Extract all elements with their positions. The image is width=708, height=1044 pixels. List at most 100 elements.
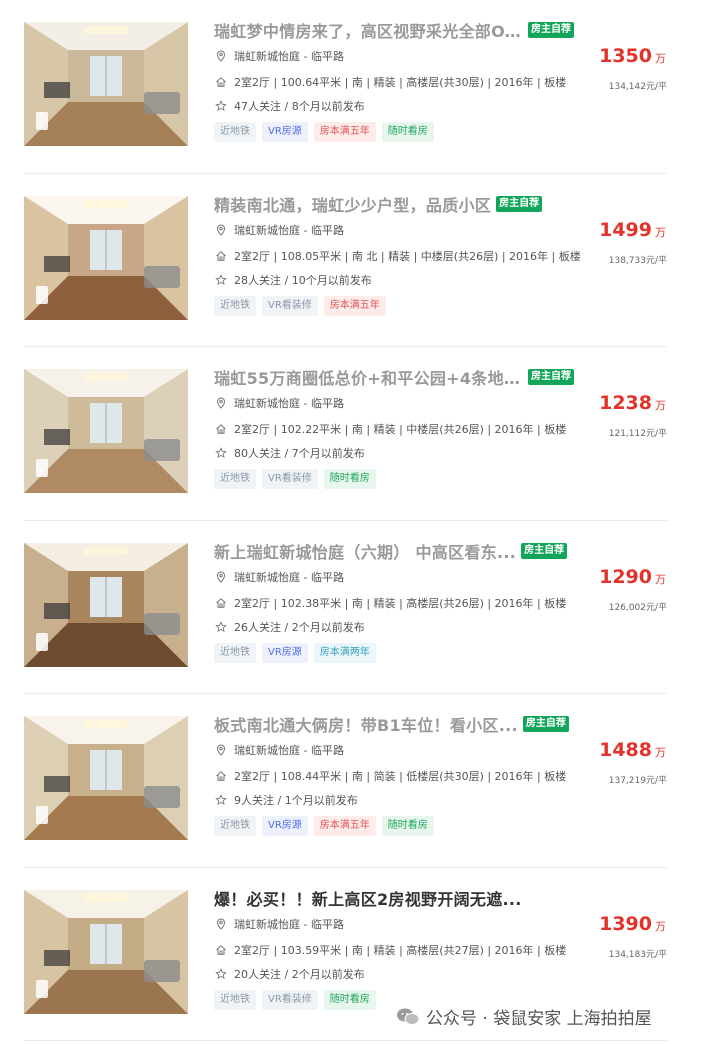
total-price-unit: 万	[655, 225, 666, 239]
tag-vr: VR房源	[262, 816, 308, 836]
listing-title[interactable]: 爆！必买！！新上高区2房视野开阔无遮...	[214, 886, 522, 910]
listing-photo[interactable]	[24, 889, 188, 1014]
owner-recommend-badge: 房主自荐	[528, 22, 574, 38]
tag-metro: 近地铁	[214, 816, 256, 836]
vr-icon	[36, 112, 48, 130]
listing-item[interactable]: 精装南北通，瑞虹少少户型，品质小区 房主自荐 瑞虹新城怡庭 - 临平路 2室2厅…	[0, 174, 708, 347]
location-row: 瑞虹新城怡庭 - 临平路	[214, 916, 344, 932]
total-price: 1390 万	[599, 913, 666, 935]
owner-recommend-badge: 房主自荐	[528, 369, 574, 385]
house-info-row: 2室2厅 | 103.59平米 | 南 | 精装 | 高楼层(共27层) | 2…	[214, 942, 566, 958]
location-text[interactable]: 瑞虹新城怡庭 - 临平路	[234, 569, 344, 585]
listing-title[interactable]: 瑞虹55万商圈低总价+和平公园+4条地...	[214, 365, 523, 389]
location-text[interactable]: 瑞虹新城怡庭 - 临平路	[234, 222, 344, 238]
follow-info-row: 9人关注 / 1个月以前发布	[214, 792, 358, 808]
follow-info-text: 20人关注 / 2个月以前发布	[234, 967, 365, 981]
tag-list: 近地铁 VR房源 房本满五年 随时看房	[214, 122, 440, 142]
total-price-value: 1290	[599, 565, 652, 588]
location-row: 瑞虹新城怡庭 - 临平路	[214, 222, 344, 238]
vr-icon	[36, 806, 48, 824]
star-icon	[214, 793, 228, 807]
listing-photo[interactable]	[24, 195, 188, 320]
house-info-text: 2室2厅 | 102.38平米 | 南 | 精装 | 高楼层(共26层) | 2…	[234, 596, 567, 610]
location-row: 瑞虹新城怡庭 - 临平路	[214, 742, 344, 758]
tag-list: 近地铁 VR看装修 随时看房	[214, 469, 382, 489]
star-icon	[214, 446, 228, 460]
divider	[24, 1040, 667, 1041]
listing-title[interactable]: 新上瑞虹新城怡庭（六期） 中高区看东...	[214, 539, 516, 563]
listing-title[interactable]: 板式南北通大俩房！带B1车位！看小区...	[214, 712, 518, 736]
follow-info-text: 9人关注 / 1个月以前发布	[234, 794, 358, 807]
listing-item[interactable]: 板式南北通大俩房！带B1车位！看小区... 房主自荐 瑞虹新城怡庭 - 临平路 …	[0, 694, 708, 868]
location-row: 瑞虹新城怡庭 - 临平路	[214, 395, 344, 411]
total-price: 1238 万	[599, 392, 666, 414]
star-icon	[214, 99, 228, 113]
listing-item[interactable]: 瑞虹55万商圈低总价+和平公园+4条地... 房主自荐 瑞虹新城怡庭 - 临平路…	[0, 347, 708, 521]
vr-icon	[36, 979, 48, 998]
star-icon	[214, 620, 228, 634]
vr-icon	[36, 459, 48, 477]
unit-price: 134,183元/平	[608, 949, 667, 960]
house-icon	[214, 249, 228, 263]
listing-item[interactable]: 瑞虹梦中情房来了，高区视野采光全部O... 房主自荐 瑞虹新城怡庭 - 临平路 …	[0, 0, 708, 174]
vr-icon	[36, 285, 48, 304]
location-pin-icon	[214, 223, 228, 237]
house-info-text: 2室2厅 | 100.64平米 | 南 | 精装 | 高楼层(共30层) | 2…	[234, 76, 567, 89]
tag-metro: 近地铁	[214, 989, 256, 1010]
location-text[interactable]: 瑞虹新城怡庭 - 临平路	[234, 742, 344, 758]
unit-price: 126,002元/平	[608, 602, 667, 613]
house-info-row: 2室2厅 | 100.64平米 | 南 | 精装 | 高楼层(共30层) | 2…	[214, 74, 566, 90]
tag-tax5: 房本满五年	[313, 816, 376, 836]
location-pin-icon	[214, 743, 228, 757]
total-price-value: 1350	[599, 45, 652, 67]
location-text[interactable]: 瑞虹新城怡庭 - 临平路	[234, 916, 344, 932]
listing-title-row: 爆！必买！！新上高区2房视野开阔无遮...	[214, 886, 574, 910]
unit-price: 138,733元/平	[608, 255, 667, 266]
tag-tax5: 房本满五年	[313, 122, 376, 142]
unit-price: 134,142元/平	[608, 82, 667, 92]
follow-info-text: 26人关注 / 2个月以前发布	[234, 620, 365, 634]
tag-vrseen: VR看装修	[262, 469, 318, 489]
follow-info-row: 26人关注 / 2个月以前发布	[214, 619, 365, 635]
follow-info-text: 80人关注 / 7个月以前发布	[234, 447, 365, 460]
listing-title-row: 板式南北通大俩房！带B1车位！看小区... 房主自荐	[214, 712, 574, 736]
listing-item[interactable]: 新上瑞虹新城怡庭（六期） 中高区看东... 房主自荐 瑞虹新城怡庭 - 临平路 …	[0, 521, 708, 694]
location-text[interactable]: 瑞虹新城怡庭 - 临平路	[234, 395, 344, 411]
location-pin-icon	[214, 49, 228, 63]
star-icon	[214, 967, 228, 981]
tag-list: 近地铁 VR房源 房本满五年 随时看房	[214, 816, 440, 836]
location-text[interactable]: 瑞虹新城怡庭 - 临平路	[234, 48, 344, 64]
tag-anytime: 随时看房	[323, 989, 376, 1010]
total-price-value: 1488	[599, 739, 652, 761]
house-icon	[214, 596, 228, 610]
total-price-value: 1238	[599, 392, 652, 414]
house-info-text: 2室2厅 | 108.44平米 | 南 | 简装 | 低楼层(共30层) | 2…	[234, 770, 567, 783]
house-info-row: 2室2厅 | 108.44平米 | 南 | 简装 | 低楼层(共30层) | 2…	[214, 768, 566, 784]
total-price: 1488 万	[599, 739, 666, 761]
listing-title[interactable]: 瑞虹梦中情房来了，高区视野采光全部O...	[214, 18, 523, 42]
tag-vr: VR房源	[262, 642, 308, 663]
total-price-unit: 万	[655, 399, 666, 412]
house-icon	[214, 75, 228, 89]
tag-anytime: 随时看房	[323, 469, 376, 489]
listing-photo[interactable]	[24, 22, 188, 146]
tag-anytime: 随时看房	[381, 816, 434, 836]
tag-tax5: 房本满五年	[323, 295, 386, 316]
location-row: 瑞虹新城怡庭 - 临平路	[214, 569, 344, 585]
listing-photo[interactable]	[24, 542, 188, 667]
location-row: 瑞虹新城怡庭 - 临平路	[214, 48, 344, 64]
house-info-text: 2室2厅 | 108.05平米 | 南 北 | 精装 | 中楼层(共26层) |…	[234, 249, 581, 263]
tag-vrseen: VR看装修	[262, 989, 318, 1010]
tag-list: 近地铁 VR看装修 房本满五年	[214, 295, 392, 316]
owner-recommend-badge: 房主自荐	[496, 195, 543, 212]
owner-recommend-badge: 房主自荐	[521, 542, 568, 559]
listing-title[interactable]: 精装南北通，瑞虹少少户型，品质小区	[214, 192, 491, 216]
tag-vrseen: VR看装修	[262, 295, 318, 316]
house-info-row: 2室2厅 | 108.05平米 | 南 北 | 精装 | 中楼层(共26层) |…	[214, 248, 581, 264]
listing-photo[interactable]	[24, 716, 188, 840]
listing-photo[interactable]	[24, 369, 188, 493]
listing-title-row: 精装南北通，瑞虹少少户型，品质小区 房主自荐	[214, 192, 574, 216]
tag-metro: 近地铁	[214, 295, 256, 316]
total-price: 1350 万	[599, 45, 666, 67]
watermark-text: 公众号 · 袋鼠安家 上海拍拍屋	[426, 1009, 652, 1029]
